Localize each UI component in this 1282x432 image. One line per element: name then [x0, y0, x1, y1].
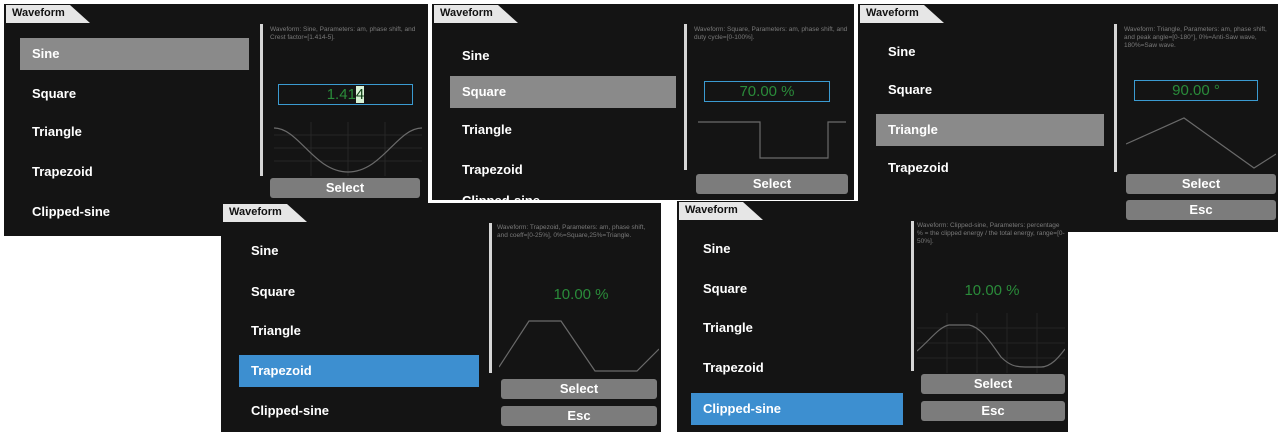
list-item-triangle[interactable]: Triangle [876, 114, 1104, 146]
tab-bar: Waveform [677, 201, 1068, 220]
tab-waveform[interactable]: Waveform [434, 5, 522, 23]
list-item-square[interactable]: Square [239, 276, 479, 308]
value-display[interactable]: 10.00 % [511, 285, 651, 306]
waveform-preview [917, 313, 1065, 373]
scrollbar[interactable] [911, 221, 914, 371]
description: Waveform: Sine, Parameters: am, phase sh… [270, 26, 416, 41]
select-button[interactable]: Select [501, 379, 657, 399]
waveform-panel-triangle: Waveform Sine Square Triangle Trapezoid … [858, 4, 1278, 232]
list-item-clipped-sine[interactable]: Clipped-sine [20, 196, 249, 228]
scrollbar[interactable] [489, 223, 492, 373]
value-input[interactable]: 1.414 [278, 84, 413, 105]
tab-waveform[interactable]: Waveform [679, 202, 767, 220]
tab-bar: Waveform [432, 4, 854, 23]
value-display[interactable]: 10.00 % [929, 281, 1055, 302]
tab-bar: Waveform [4, 4, 428, 23]
list-item-sine[interactable]: Sine [20, 38, 249, 70]
select-button[interactable]: Select [696, 174, 848, 194]
value-input[interactable]: 70.00 % [704, 81, 830, 102]
tab-label: Waveform [440, 7, 493, 19]
waveform-panel-trapezoid: Waveform Sine Square Triangle Trapezoid … [221, 203, 661, 432]
scrollbar[interactable] [684, 24, 687, 170]
description: Waveform: Trapezoid, Parameters: am, pha… [497, 224, 646, 239]
tab-label: Waveform [685, 204, 738, 216]
select-button[interactable]: Select [1126, 174, 1276, 194]
list-item-square[interactable]: Square [691, 273, 903, 305]
tab-bar: Waveform [858, 4, 1278, 23]
list-item-clipped-sine[interactable]: Clipped-sine [691, 393, 903, 425]
waveform-preview [1126, 117, 1276, 169]
list-item-sine[interactable]: Sine [239, 235, 479, 267]
value-input[interactable]: 90.00 ° [1134, 80, 1258, 101]
description: Waveform: Square, Parameters: am, phase … [694, 26, 848, 41]
esc-button[interactable]: Esc [501, 406, 657, 426]
list-item-clipped-sine[interactable]: Clipped-sine [239, 395, 479, 427]
waveform-preview [499, 320, 659, 372]
list-item-clipped-sine[interactable]: Clipped-sine [462, 193, 540, 200]
scrollbar[interactable] [260, 24, 263, 176]
tab-bar: Waveform [221, 203, 661, 222]
list-item-trapezoid[interactable]: Trapezoid [876, 152, 1104, 184]
list-item-square[interactable]: Square [20, 78, 249, 110]
waveform-preview [274, 122, 422, 176]
text-cursor: 4 [355, 86, 365, 103]
description: Waveform: Clipped-sine, Parameters: perc… [917, 222, 1065, 245]
waveform-panel-sine: Waveform Sine Square Triangle Trapezoid … [4, 4, 428, 236]
list-item-sine[interactable]: Sine [691, 233, 903, 265]
list-item-triangle[interactable]: Triangle [691, 312, 903, 344]
select-button[interactable]: Select [270, 178, 420, 198]
select-button[interactable]: Select [921, 374, 1065, 394]
tab-label: Waveform [12, 7, 65, 19]
tab-waveform[interactable]: Waveform [860, 5, 948, 23]
list-item-sine[interactable]: Sine [450, 40, 676, 72]
list-item-square[interactable]: Square [876, 74, 1104, 106]
list-item-trapezoid[interactable]: Trapezoid [239, 355, 479, 387]
tab-waveform[interactable]: Waveform [6, 5, 94, 23]
tab-label: Waveform [866, 7, 919, 19]
list-item-sine[interactable]: Sine [876, 36, 1104, 68]
tab-waveform[interactable]: Waveform [223, 204, 311, 222]
list-item-trapezoid[interactable]: Trapezoid [691, 352, 903, 384]
list-item-trapezoid[interactable]: Trapezoid [20, 156, 249, 188]
esc-button[interactable]: Esc [1126, 200, 1276, 220]
list-item-square[interactable]: Square [450, 76, 676, 108]
list-item-trapezoid[interactable]: Trapezoid [450, 154, 676, 186]
list-item-triangle[interactable]: Triangle [450, 114, 676, 146]
tab-label: Waveform [229, 206, 282, 218]
scrollbar[interactable] [1114, 24, 1117, 172]
waveform-curve [698, 121, 846, 159]
waveform-curve [917, 324, 1065, 368]
esc-button[interactable]: Esc [921, 401, 1065, 421]
waveform-preview [698, 121, 846, 159]
description: Waveform: Triangle, Parameters: am, phas… [1124, 26, 1267, 49]
list-item-triangle[interactable]: Triangle [239, 315, 479, 347]
waveform-curve [499, 320, 659, 372]
waveform-panel-square: Waveform Sine Square Triangle Trapezoid … [432, 4, 854, 200]
waveform-curve [1126, 117, 1276, 169]
value-text: 1.41 [326, 86, 356, 103]
waveform-panel-clipped-sine: Waveform Sine Square Triangle Trapezoid … [677, 201, 1068, 432]
list-item-triangle[interactable]: Triangle [20, 116, 249, 148]
